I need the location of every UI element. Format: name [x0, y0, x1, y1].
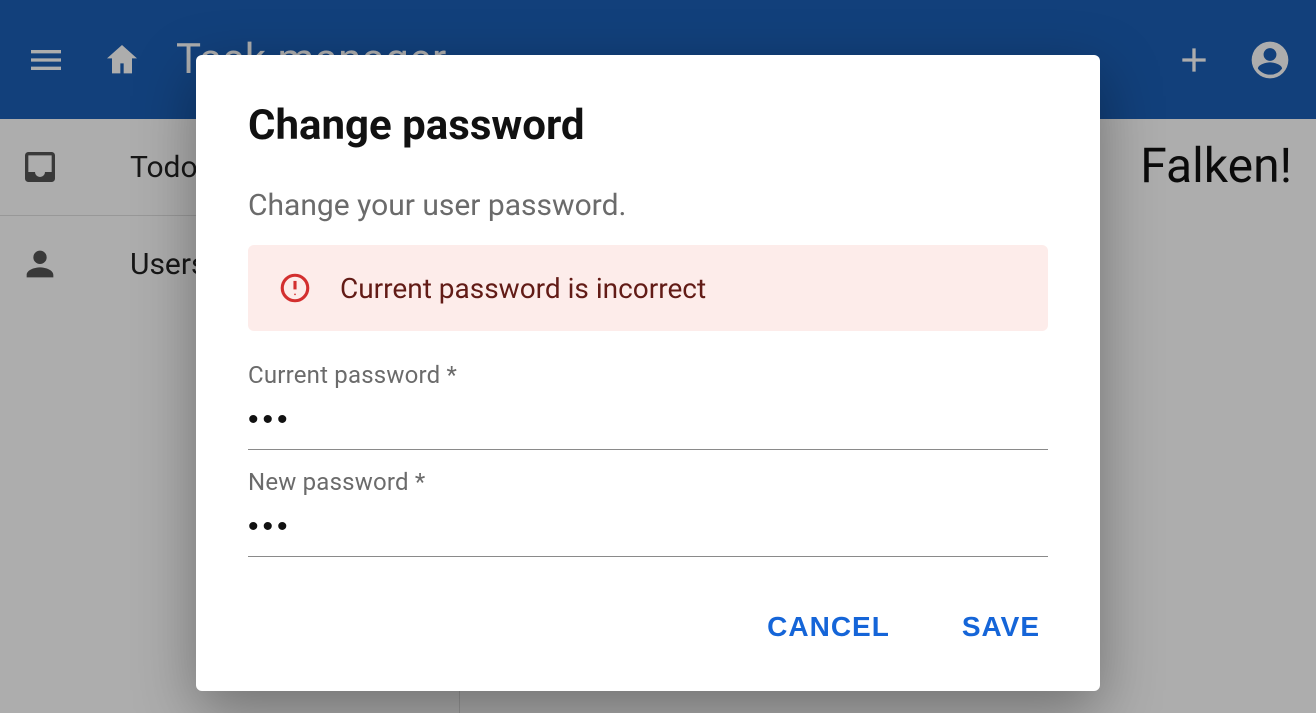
save-button[interactable]: SAVE: [954, 601, 1048, 653]
error-icon: [278, 271, 312, 305]
error-text: Current password is incorrect: [340, 272, 706, 305]
current-password-label: Current password *: [248, 361, 1048, 389]
current-password-input[interactable]: [248, 389, 1048, 450]
new-password-label: New password *: [248, 468, 1048, 496]
new-password-input[interactable]: [248, 496, 1048, 557]
change-password-dialog: Change password Change your user passwor…: [196, 55, 1100, 691]
dialog-actions: CANCEL SAVE: [248, 601, 1048, 667]
new-password-field: New password *: [248, 468, 1048, 557]
dialog-subtitle: Change your user password.: [248, 188, 1048, 223]
dialog-title: Change password: [248, 101, 1048, 150]
error-alert: Current password is incorrect: [248, 245, 1048, 331]
current-password-field: Current password *: [248, 361, 1048, 450]
cancel-button[interactable]: CANCEL: [759, 601, 898, 653]
